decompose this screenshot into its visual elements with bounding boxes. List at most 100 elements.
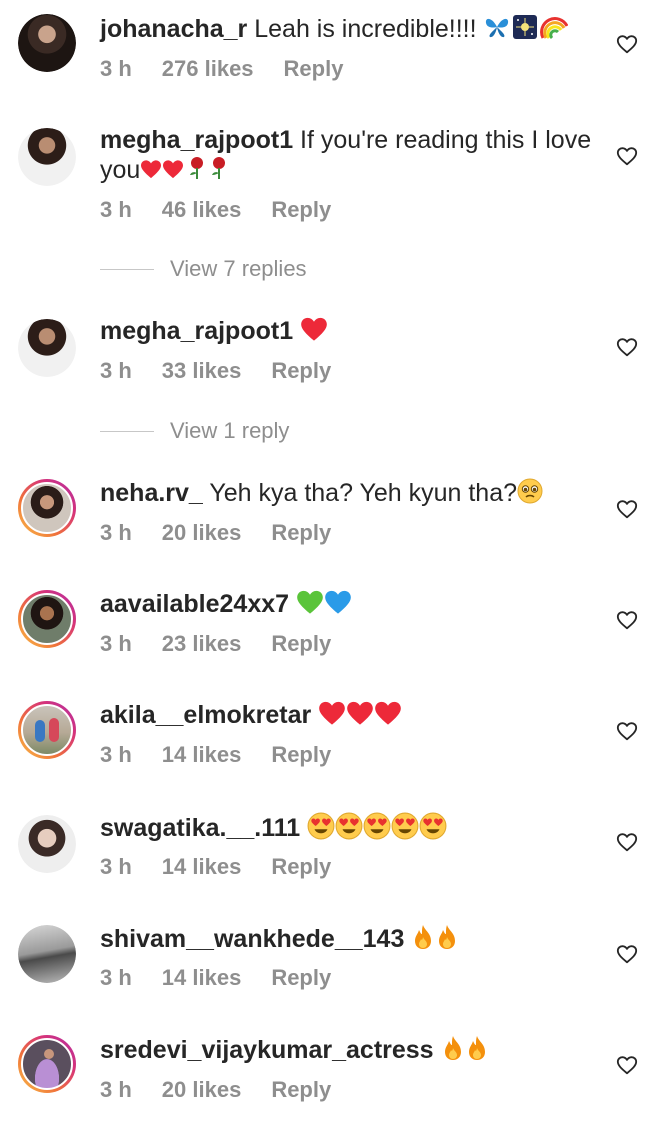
comment-time: 3 h xyxy=(100,56,132,81)
comment-time: 3 h xyxy=(100,197,132,222)
comment-body xyxy=(289,590,296,618)
like-heart-icon[interactable] xyxy=(616,145,638,167)
comment-time: 3 h xyxy=(100,742,132,767)
comment-username[interactable]: swagatika.__.111 xyxy=(100,814,300,842)
avatar[interactable] xyxy=(18,319,76,377)
comment-likes[interactable]: 20 likes xyxy=(162,1077,242,1103)
reply-button[interactable]: Reply xyxy=(271,197,331,223)
comment-username[interactable]: megha_rajpoot1 xyxy=(100,317,293,345)
comment-body xyxy=(300,814,307,842)
rose-emoji xyxy=(186,156,208,187)
comment-likes[interactable]: 276 likes xyxy=(162,56,254,82)
rose-emoji xyxy=(208,156,230,187)
avatar[interactable] xyxy=(18,14,76,72)
reply-button[interactable]: Reply xyxy=(271,854,331,880)
heart-eyes-emoji xyxy=(307,812,335,847)
reply-button[interactable]: Reply xyxy=(284,56,344,82)
avatar[interactable] xyxy=(18,701,76,759)
like-heart-icon[interactable] xyxy=(616,720,638,742)
comment-meta: 3 h 20 likes Reply xyxy=(100,520,361,546)
comment-text: megha_rajpoot1 If you're reading this I … xyxy=(100,125,600,187)
pleading-face-emoji xyxy=(517,478,543,511)
comment-time: 3 h xyxy=(100,965,132,990)
avatar[interactable] xyxy=(18,815,76,873)
like-heart-icon[interactable] xyxy=(616,831,638,853)
comment-text: johanacha_r Leah is incredible!!!! xyxy=(100,14,600,47)
avatar[interactable] xyxy=(18,925,76,983)
comment-body: Yeh kya tha? Yeh kyun tha? xyxy=(202,479,518,508)
comment-meta: 3 h 14 likes Reply xyxy=(100,854,361,880)
comment-meta: 3 h 14 likes Reply xyxy=(100,742,361,768)
comment-likes[interactable]: 14 likes xyxy=(162,742,242,768)
green-heart-emoji xyxy=(296,589,324,622)
comment-time: 3 h xyxy=(100,520,132,545)
heart-eyes-emoji xyxy=(391,812,419,847)
comment-text: swagatika.__.111 xyxy=(100,812,600,847)
butterfly-emoji xyxy=(484,15,510,46)
reply-button[interactable]: Reply xyxy=(271,631,331,657)
comment-meta: 3 h 14 likes Reply xyxy=(100,965,361,991)
comment-username[interactable]: aavailable24xx7 xyxy=(100,590,289,618)
red-heart-emoji xyxy=(346,700,374,733)
reply-button[interactable]: Reply xyxy=(271,520,331,546)
rainbow-emoji xyxy=(539,14,568,47)
like-heart-icon[interactable] xyxy=(616,609,638,631)
comment-username[interactable]: johanacha_r xyxy=(100,15,247,43)
like-heart-icon[interactable] xyxy=(616,336,638,358)
fire-emoji xyxy=(465,1034,489,1069)
like-heart-icon[interactable] xyxy=(616,498,638,520)
comment-meta: 3 h 46 likes Reply xyxy=(100,197,361,223)
view-replies-label[interactable]: View 7 replies xyxy=(170,256,307,282)
comment-text: aavailable24xx7 xyxy=(100,589,600,622)
avatar[interactable] xyxy=(18,1035,76,1093)
comment-username[interactable]: megha_rajpoot1 xyxy=(100,126,293,154)
comment-body xyxy=(311,701,318,729)
comment-time: 3 h xyxy=(100,631,132,656)
comment-likes[interactable]: 33 likes xyxy=(162,358,242,384)
comment-meta: 3 h 23 likes Reply xyxy=(100,631,361,657)
comment-time: 3 h xyxy=(100,854,132,879)
divider xyxy=(100,268,154,270)
blue-heart-emoji xyxy=(324,589,352,622)
reply-button[interactable]: Reply xyxy=(271,1077,331,1103)
reply-button[interactable]: Reply xyxy=(271,965,331,991)
like-heart-icon[interactable] xyxy=(616,33,638,55)
view-replies-label[interactable]: View 1 reply xyxy=(170,418,289,444)
comment-meta: 3 h 20 likes Reply xyxy=(100,1077,361,1103)
comment-username[interactable]: akila__elmokretar xyxy=(100,701,311,729)
avatar[interactable] xyxy=(18,590,76,648)
comment-likes[interactable]: 23 likes xyxy=(162,631,242,657)
reply-button[interactable]: Reply xyxy=(271,358,331,384)
avatar[interactable] xyxy=(18,479,76,537)
fire-emoji xyxy=(435,923,459,958)
comment-username[interactable]: shivam__wankhede__143 xyxy=(100,925,404,953)
night-sky-emoji xyxy=(512,14,538,47)
reply-button[interactable]: Reply xyxy=(271,742,331,768)
comment-body xyxy=(293,317,300,345)
comment-text: megha_rajpoot1 xyxy=(100,316,600,349)
like-heart-icon[interactable] xyxy=(616,1054,638,1076)
red-heart-emoji xyxy=(318,700,346,733)
red-heart-emoji xyxy=(162,156,184,186)
like-heart-icon[interactable] xyxy=(616,943,638,965)
comment-likes[interactable]: 46 likes xyxy=(162,197,242,223)
comment-body xyxy=(404,925,411,953)
fire-emoji xyxy=(411,923,435,958)
comment-body xyxy=(434,1036,441,1064)
comment-likes[interactable]: 14 likes xyxy=(162,854,242,880)
avatar[interactable] xyxy=(18,128,76,186)
heart-eyes-emoji xyxy=(363,812,391,847)
red-heart-emoji xyxy=(300,316,328,349)
view-replies-button[interactable]: View 7 replies xyxy=(100,256,307,282)
comment-username[interactable]: neha.rv_ xyxy=(100,479,203,507)
red-heart-emoji xyxy=(374,700,402,733)
heart-eyes-emoji xyxy=(335,812,363,847)
comment-body: Leah is incredible!!!! xyxy=(247,15,484,44)
comment-text: neha.rv_ Yeh kya tha? Yeh kyun tha? xyxy=(100,478,600,511)
comment-meta: 3 h 33 likes Reply xyxy=(100,358,361,384)
comment-username[interactable]: sredevi_vijaykumar_actress xyxy=(100,1036,434,1064)
comment-likes[interactable]: 20 likes xyxy=(162,520,242,546)
view-replies-button[interactable]: View 1 reply xyxy=(100,418,289,444)
comment-likes[interactable]: 14 likes xyxy=(162,965,242,991)
comment-meta: 3 h 276 likes Reply xyxy=(100,56,373,82)
